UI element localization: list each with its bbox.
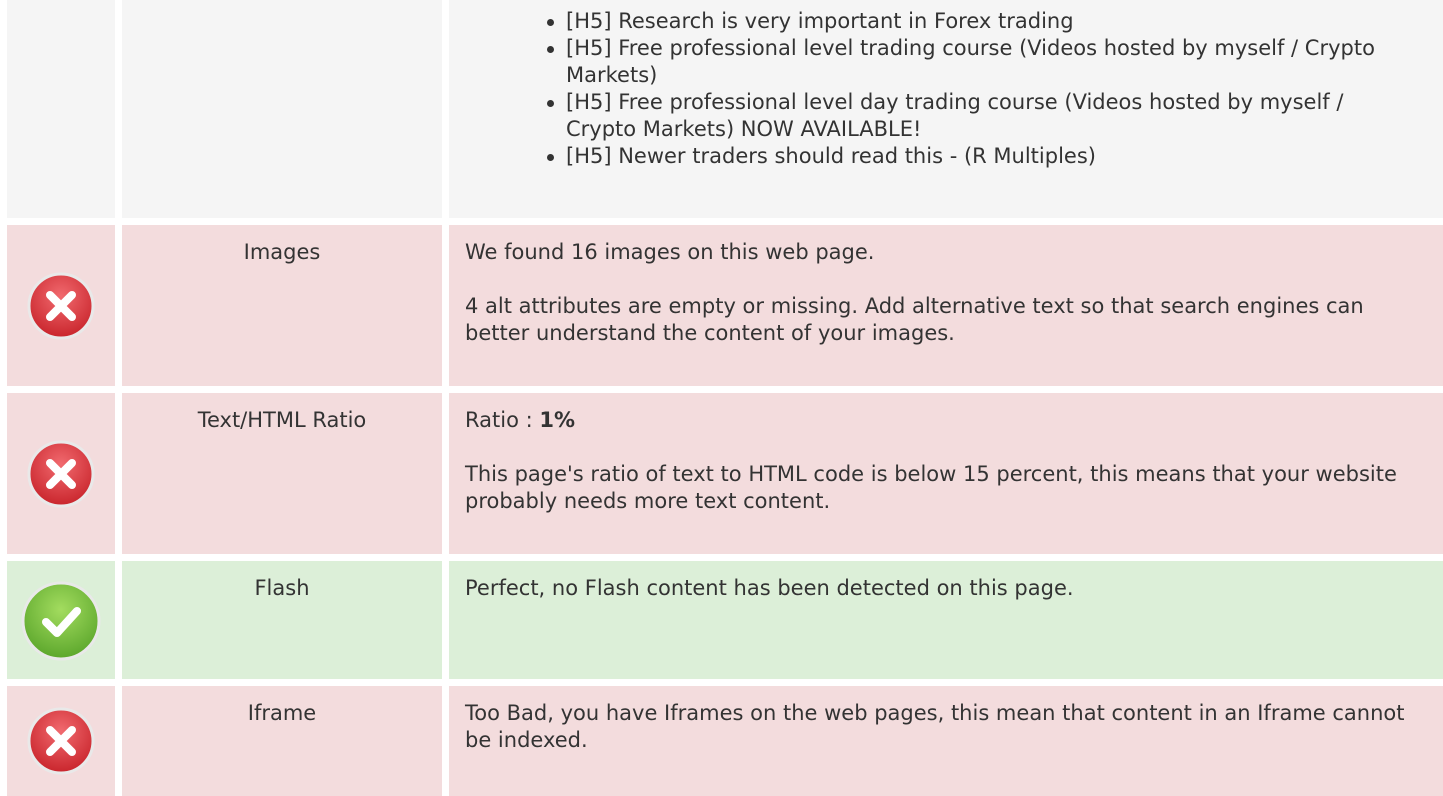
flash-status-cell: [7, 561, 115, 679]
headings-label-cell: [122, 0, 442, 218]
images-label: Images: [122, 225, 442, 386]
ratio-value-line: Ratio : 1%: [465, 407, 1423, 434]
flash-content: Perfect, no Flash content has been detec…: [449, 561, 1443, 679]
images-count-text: We found 16 images on this web page.: [465, 240, 875, 264]
ratio-label: Text/HTML Ratio: [122, 393, 442, 554]
headings-row: [H5] Research is very important in Forex…: [0, 0, 1443, 218]
checkmark-icon: [21, 581, 101, 661]
images-status-cell: [7, 225, 115, 386]
ratio-prefix: Ratio :: [465, 408, 540, 432]
iframe-status-cell: [7, 686, 115, 796]
headings-icon-cell: [7, 0, 115, 218]
iframe-text: Too Bad, you have Iframes on the web pag…: [465, 701, 1405, 752]
ratio-description: This page's ratio of text to HTML code i…: [465, 462, 1397, 513]
images-content: We found 16 images on this web page. 4 a…: [449, 225, 1443, 386]
list-item: [H5] Newer traders should read this - (R…: [537, 143, 1403, 170]
ratio-row: Text/HTML Ratio Ratio : 1% This page's r…: [0, 393, 1443, 554]
ratio-status-cell: [7, 393, 115, 554]
seo-report: [H5] Research is very important in Forex…: [0, 0, 1443, 796]
images-row: Images We found 16 images on this web pa…: [0, 225, 1443, 386]
ratio-content: Ratio : 1% This page's ratio of text to …: [449, 393, 1443, 554]
error-icon: [27, 707, 95, 775]
iframe-content: Too Bad, you have Iframes on the web pag…: [449, 686, 1443, 796]
error-icon: [27, 440, 95, 508]
flash-text: Perfect, no Flash content has been detec…: [465, 576, 1074, 600]
error-icon: [27, 272, 95, 340]
flash-label: Flash: [122, 561, 442, 679]
headings-list: [H5] Research is very important in Forex…: [449, 8, 1443, 170]
headings-content-cell: [H5] Research is very important in Forex…: [449, 0, 1443, 218]
images-alt-text: 4 alt attributes are empty or missing. A…: [465, 294, 1364, 345]
flash-row: Flash Perfect, no Flash content has been…: [0, 561, 1443, 679]
list-item: [H5] Research is very important in Forex…: [537, 8, 1403, 35]
ratio-value: 1%: [539, 408, 575, 432]
iframe-label: Iframe: [122, 686, 442, 796]
list-item: [H5] Free professional level day trading…: [537, 89, 1403, 143]
iframe-row: Iframe Too Bad, you have Iframes on the …: [0, 686, 1443, 796]
list-item: [H5] Free professional level trading cou…: [537, 35, 1403, 89]
